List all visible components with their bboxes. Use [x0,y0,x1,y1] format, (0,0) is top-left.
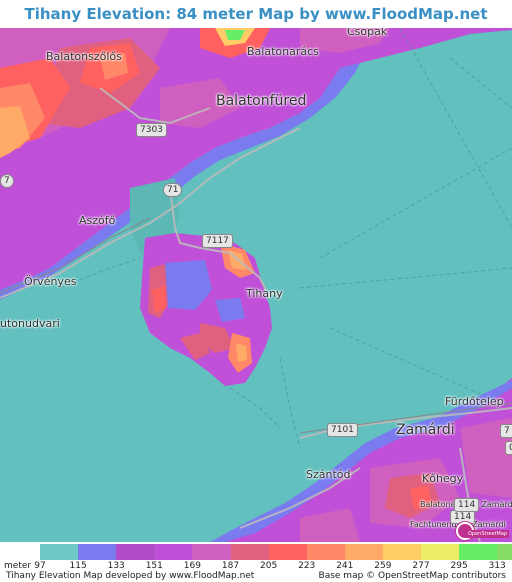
road-shield-71: 71 [163,183,183,197]
place-udvari[interactable]: utonudvari [0,317,60,330]
legend-tick-205: 205 [260,561,278,571]
place-csopak[interactable]: Csopak [347,28,387,38]
legend-swatch-241 [344,544,384,560]
legend-tick-241: 241 [336,561,354,571]
place-kohegy[interactable]: Kőhegy [422,472,463,485]
credit-osm[interactable]: Base map © OpenStreetMap contributors [319,571,506,581]
elevation-map[interactable]: Csopak Balatonszőlős Balatonarács Balato… [0,28,512,542]
place-szantod[interactable]: Szántód [306,468,351,481]
place-orvenyes[interactable]: Örvényes [24,275,76,288]
legend-swatch-259 [382,544,422,560]
legend-swatch-187 [230,544,270,560]
legend-tick-151: 151 [145,561,163,571]
legend-tick-115: 115 [69,561,87,571]
legend-swatch-205 [268,544,308,560]
place-furdotelep[interactable]: Fürdőtelep [445,395,504,408]
elevation-legend: meter 97 115 133 151 169 187 205 223 241 259 277 29… [0,542,512,582]
legend-tick-295: 295 [450,561,468,571]
legend-swatch-223 [306,544,346,560]
map-title: Tihany Elevation: 84 meter Map by www.Fl… [0,0,512,51]
road-shield-7101: 7101 [327,423,358,437]
legend-swatch-169 [192,544,232,560]
legend-swatch-277 [421,544,460,560]
legend-swatch-115 [78,544,118,560]
legend-tick-259: 259 [374,561,392,571]
road-shield-7-a: 7 [0,174,14,188]
road-shield-7303: 7303 [136,123,167,137]
road-shield-114-b: 114 [454,498,480,512]
road-shield-7-b: 7 [500,424,512,438]
place-balatonfured[interactable]: Balatonfüred [216,93,306,109]
legend-tick-277: 277 [412,561,430,571]
osm-badge[interactable]: OpenStreetMap [466,530,510,538]
place-balatonaracs[interactable]: Balatonarács [247,45,319,58]
legend-tick-97: 97 [34,561,46,571]
place-balatonszolos[interactable]: Balatonszőlős [46,50,122,63]
legend-tick-169: 169 [183,561,201,571]
legend-swatch-295 [459,544,499,560]
road-shield-0: 0 [505,441,512,455]
legend-tick-313: 313 [488,561,506,571]
credit-floodmap[interactable]: Tihany Elevation Map developed by www.Fl… [6,571,254,581]
legend-tick-187: 187 [221,561,240,571]
road-shield-7117: 7117 [202,234,233,248]
place-zamardi[interactable]: Zamárdi [396,422,455,438]
legend-unit: meter [4,561,32,571]
legend-swatch-313 [497,544,512,560]
legend-swatch-151 [154,544,194,560]
place-tihany[interactable]: Tihany [246,287,283,300]
legend-tick-223: 223 [298,561,316,571]
legend-swatch-133 [116,544,156,560]
legend-swatch-97 [40,544,79,560]
place-aszofo[interactable]: Aszófő [79,214,115,227]
legend-tick-133: 133 [107,561,125,571]
